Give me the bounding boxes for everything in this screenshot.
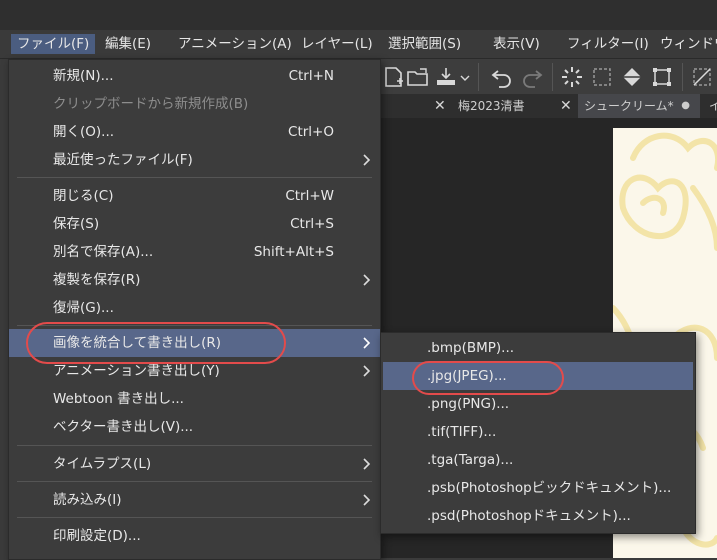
toolbar-divider (478, 63, 479, 91)
menu-item-label: アニメーション書き出し(Y) (53, 363, 220, 379)
menu-item-label: ベクター書き出し(V)... (53, 419, 194, 435)
open-folder-icon[interactable] (406, 65, 430, 89)
menu-item-export-psb[interactable]: .psb(Photoshopビックドキュメント)... (381, 474, 695, 502)
shortcut-label: Ctrl+W (285, 188, 334, 204)
export-submenu: .bmp(BMP)... .jpg(JPEG)... .png(PNG)... … (380, 332, 696, 534)
menu-item-label: 保存(S) (53, 216, 100, 232)
menu-item-label: .png(PNG)... (427, 396, 510, 412)
menu-item-timelapse[interactable]: タイムラプス(L) (9, 450, 380, 478)
menu-item-label: .tga(Targa)... (427, 452, 514, 468)
menu-item-export-tga[interactable]: .tga(Targa)... (381, 446, 695, 474)
shortcut-label: Ctrl+O (288, 124, 334, 140)
menu-item-export-jpg[interactable]: .jpg(JPEG)... (383, 362, 693, 390)
menu-item-label: 復帰(G)... (53, 300, 114, 316)
menu-item-recent-files[interactable]: 最近使ったファイル(F) (9, 146, 380, 174)
tab-choux-cream[interactable]: シュークリーム* ● (578, 94, 700, 118)
menu-animation[interactable]: アニメーション(A) (178, 34, 292, 54)
menu-window[interactable]: ウィンドウ (660, 34, 717, 54)
shortcut-label: Ctrl+N (288, 68, 334, 84)
menu-filter[interactable]: フィルター(I) (567, 34, 649, 54)
clear-selection-icon[interactable] (690, 65, 714, 89)
menu-item-revert[interactable]: 復帰(G)... (9, 294, 380, 322)
tab-label: 梅2023清書 (458, 99, 525, 113)
menu-item-save[interactable]: 保存(S) Ctrl+S (9, 210, 380, 238)
menu-item-label: クリップボードから新規作成(B) (53, 96, 249, 112)
menu-edit[interactable]: 編集(E) (105, 34, 151, 54)
menu-item-label: Webtoon 書き出し... (53, 391, 184, 407)
menu-item-label: .psd(Photoshopドキュメント)... (427, 508, 631, 524)
shortcut-label: Ctrl+S (290, 216, 334, 232)
loading-icon[interactable] (560, 65, 584, 89)
menu-separator (17, 177, 372, 178)
toolbar-divider (552, 63, 553, 91)
tab-other[interactable]: イ (709, 94, 717, 118)
menu-item-import[interactable]: 読み込み(I) (9, 486, 380, 514)
new-file-icon[interactable] (382, 65, 406, 89)
menu-item-label: 読み込み(I) (53, 492, 122, 508)
menu-item-export-psd[interactable]: .psd(Photoshopドキュメント)... (381, 502, 695, 530)
export-icon[interactable] (434, 65, 458, 89)
chevron-right-icon (363, 337, 371, 349)
title-bar (0, 0, 717, 30)
menu-bar: ファイル(F) 編集(E) アニメーション(A) レイヤー(L) 選択範囲(S)… (0, 30, 717, 59)
menu-item-label: タイムラプス(L) (53, 456, 152, 472)
menu-item-close[interactable]: 閉じる(C) Ctrl+W (9, 182, 380, 210)
menu-item-export-animation[interactable]: アニメーション書き出し(Y) (9, 357, 380, 385)
tab-ume2023[interactable]: 梅2023清書 (458, 94, 563, 118)
menu-item-export-bmp[interactable]: .bmp(BMP)... (381, 334, 695, 362)
chevron-right-icon (363, 365, 371, 377)
menu-item-export-merged[interactable]: 画像を統合して書き出し(R) (9, 329, 380, 357)
close-icon[interactable]: ✕ (560, 94, 572, 118)
menu-item-label: 複製を保存(R) (53, 272, 141, 288)
menu-item-save-duplicate[interactable]: 複製を保存(R) (9, 266, 380, 294)
menu-item-export-tif[interactable]: .tif(TIFF)... (381, 418, 695, 446)
chevron-right-icon (363, 154, 371, 166)
transform-icon[interactable] (650, 65, 674, 89)
menu-item-label: 画像を統合して書き出し(R) (53, 335, 222, 351)
toolbar (378, 59, 717, 94)
menu-selection[interactable]: 選択範囲(S) (388, 34, 461, 54)
menu-item-new-from-clipboard[interactable]: クリップボードから新規作成(B) (9, 90, 380, 118)
chevron-right-icon (363, 274, 371, 286)
menu-item-label: .tif(TIFF)... (427, 424, 497, 440)
menu-separator (17, 517, 372, 518)
select-icon[interactable] (590, 65, 614, 89)
menu-separator (17, 445, 372, 446)
chevron-right-icon (363, 458, 371, 470)
menu-item-label: 閉じる(C) (53, 188, 114, 204)
file-menu: 新規(N)... Ctrl+N クリップボードから新規作成(B) 開く(O)..… (8, 59, 381, 560)
menu-item-new[interactable]: 新規(N)... Ctrl+N (9, 62, 380, 90)
unsaved-dot-icon: ● (681, 100, 690, 111)
menu-item-label: 別名で保存(A)... (53, 244, 154, 260)
chevron-down-icon[interactable] (460, 65, 470, 89)
menu-item-print-settings[interactable]: 印刷設定(D)... (9, 522, 380, 550)
menu-item-label: 開く(O)... (53, 124, 115, 140)
menu-separator (17, 325, 372, 326)
toolbar-divider (682, 63, 683, 91)
menu-item-open[interactable]: 開く(O)... Ctrl+O (9, 118, 380, 146)
menu-item-label: .psb(Photoshopビックドキュメント)... (427, 480, 672, 496)
document-tabs: ✕ 梅2023清書 ✕ シュークリーム* ● イ (378, 94, 717, 118)
tab-label: シュークリーム* (584, 99, 674, 113)
shortcut-label: Shift+Alt+S (253, 244, 334, 260)
close-icon[interactable]: ✕ (434, 94, 446, 118)
menu-item-label: 印刷設定(D)... (53, 528, 141, 544)
menu-item-export-png[interactable]: .png(PNG)... (381, 390, 695, 418)
menu-item-export-webtoon[interactable]: Webtoon 書き出し... (9, 385, 380, 413)
menu-separator (17, 481, 372, 482)
menu-file[interactable]: ファイル(F) (11, 34, 96, 54)
menu-item-label: .bmp(BMP)... (427, 340, 515, 356)
menu-item-label: 最近使ったファイル(F) (53, 152, 193, 168)
menu-item-label: .jpg(JPEG)... (427, 368, 507, 384)
undo-icon[interactable] (490, 65, 514, 89)
menu-view[interactable]: 表示(V) (493, 34, 540, 54)
tab-label: イ (709, 99, 717, 113)
fill-icon[interactable] (620, 65, 644, 89)
menu-item-label: 新規(N)... (53, 68, 114, 84)
menu-layer[interactable]: レイヤー(L) (301, 34, 373, 54)
chevron-right-icon (363, 494, 371, 506)
menu-item-save-as[interactable]: 別名で保存(A)... Shift+Alt+S (9, 238, 380, 266)
menu-item-export-vector[interactable]: ベクター書き出し(V)... (9, 413, 380, 441)
redo-icon[interactable] (520, 65, 544, 89)
